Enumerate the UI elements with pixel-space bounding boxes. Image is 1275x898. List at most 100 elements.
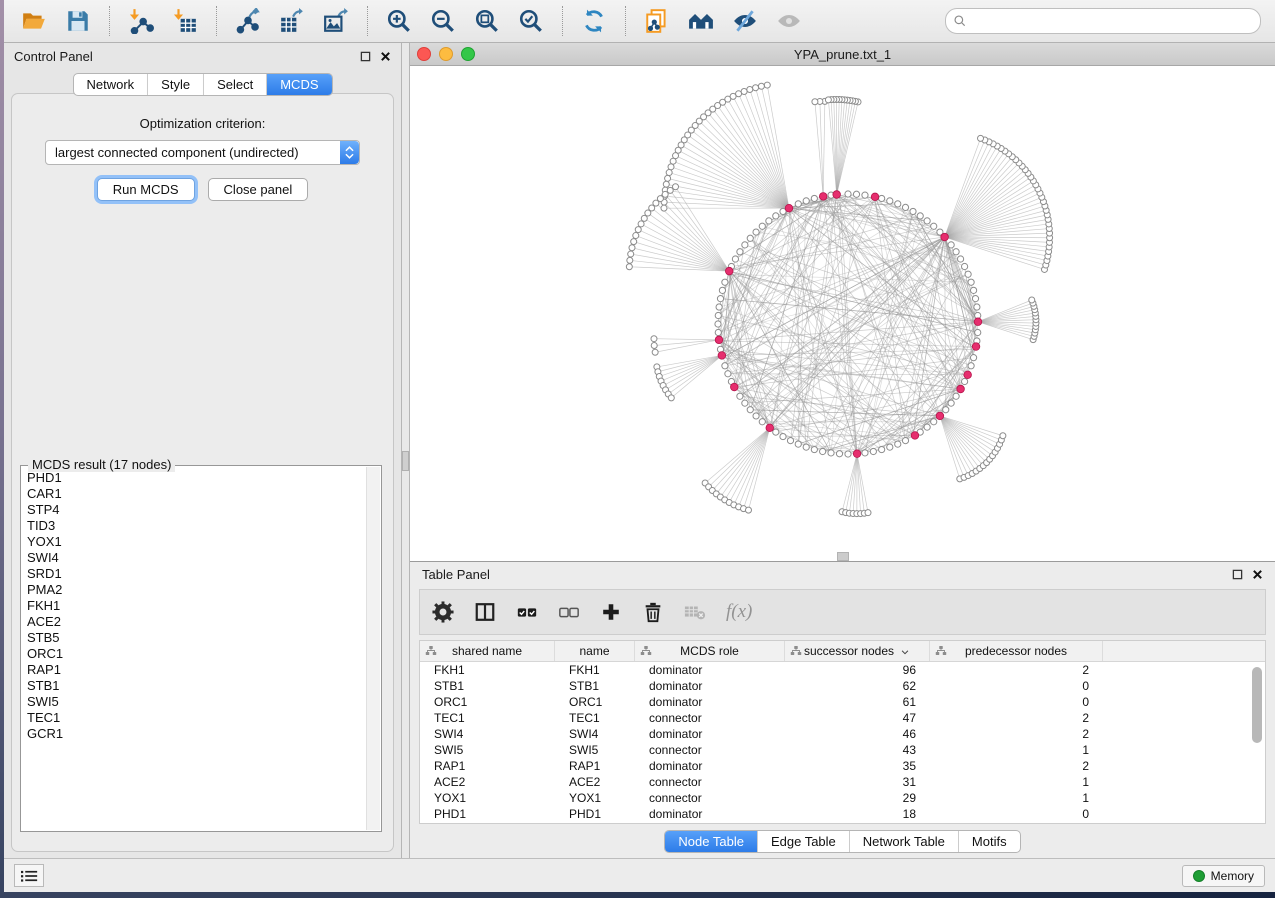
table-row[interactable]: SWI4SWI4dominator462 (420, 726, 1265, 742)
select-all-checkboxes-icon[interactable] (516, 599, 538, 625)
table-cell[interactable]: 35 (785, 759, 930, 773)
mcds-result-item[interactable]: STP4 (27, 502, 363, 518)
close-panel-icon[interactable] (380, 51, 391, 62)
table-cell[interactable]: 1 (930, 791, 1103, 805)
table-cell[interactable]: ACE2 (555, 775, 635, 789)
zoom-selected-icon[interactable] (515, 5, 547, 37)
table-cell[interactable]: dominator (635, 679, 785, 693)
table-cell[interactable]: 1 (930, 775, 1103, 789)
table-cell[interactable]: TEC1 (555, 711, 635, 725)
column-header-name[interactable]: name (555, 641, 635, 661)
mcds-result-item[interactable]: ORC1 (27, 646, 363, 662)
table-scrollbar-thumb[interactable] (1252, 667, 1262, 743)
table-cell[interactable]: dominator (635, 759, 785, 773)
table-row[interactable]: SWI5SWI5connector431 (420, 742, 1265, 758)
memory-button[interactable]: Memory (1182, 865, 1265, 887)
mcds-result-item[interactable]: SWI4 (27, 550, 363, 566)
mcds-result-item[interactable]: YOX1 (27, 534, 363, 550)
save-session-icon[interactable] (62, 5, 94, 37)
task-history-button[interactable] (14, 864, 44, 887)
table-cell[interactable]: YOX1 (555, 791, 635, 805)
table-cell[interactable]: ORC1 (555, 695, 635, 709)
deselect-all-checkboxes-icon[interactable] (558, 599, 580, 625)
column-header-MCDS-role[interactable]: MCDS role (635, 641, 785, 661)
table-cell[interactable]: connector (635, 743, 785, 757)
table-cell[interactable]: ACE2 (420, 775, 555, 789)
table-cell[interactable]: SWI4 (420, 727, 555, 741)
splitter-handle[interactable] (402, 451, 409, 471)
table-cell[interactable]: 2 (930, 711, 1103, 725)
table-cell[interactable]: connector (635, 791, 785, 805)
export-table-icon[interactable] (276, 5, 308, 37)
table-cell[interactable]: 0 (930, 695, 1103, 709)
maximize-window-button[interactable] (461, 47, 475, 61)
close-table-panel-icon[interactable] (1252, 569, 1263, 580)
minimize-window-button[interactable] (439, 47, 453, 61)
table-cell[interactable]: PHD1 (420, 807, 555, 821)
close-window-button[interactable] (417, 47, 431, 61)
import-table-icon[interactable] (169, 5, 201, 37)
table-cell[interactable]: 0 (930, 807, 1103, 821)
export-network-icon[interactable] (232, 5, 264, 37)
search-input[interactable] (971, 13, 1253, 29)
tab-network[interactable]: Network (73, 74, 147, 95)
criterion-dropdown[interactable]: largest connected component (undirected) (45, 140, 360, 165)
network-graph[interactable] (410, 66, 1275, 561)
table-cell[interactable]: SWI4 (555, 727, 635, 741)
delete-column-icon[interactable] (642, 599, 664, 625)
table-cell[interactable]: 29 (785, 791, 930, 805)
zoom-out-icon[interactable] (427, 5, 459, 37)
table-row[interactable]: PHD1PHD1dominator180 (420, 806, 1265, 822)
import-network-icon[interactable] (125, 5, 157, 37)
column-header-successor-nodes[interactable]: successor nodes (785, 641, 930, 661)
table-cell[interactable]: 61 (785, 695, 930, 709)
table-cell[interactable]: dominator (635, 807, 785, 821)
table-cell[interactable]: 1 (930, 743, 1103, 757)
search-box[interactable] (945, 8, 1261, 34)
table-row[interactable]: ACE2ACE2connector311 (420, 774, 1265, 790)
table-scrollbar[interactable] (1251, 663, 1263, 821)
table-cell[interactable]: 2 (930, 663, 1103, 677)
column-header-shared-name[interactable]: shared name (420, 641, 555, 661)
table-cell[interactable]: 2 (930, 727, 1103, 741)
refresh-view-icon[interactable] (578, 5, 610, 37)
horizontal-splitter-handle[interactable] (837, 552, 849, 561)
toggle-panes-icon[interactable] (474, 599, 496, 625)
open-file-icon[interactable] (18, 5, 50, 37)
column-header-predecessor-nodes[interactable]: predecessor nodes (930, 641, 1103, 661)
table-cell[interactable]: YOX1 (420, 791, 555, 805)
mcds-result-item[interactable]: TID3 (27, 518, 363, 534)
table-row[interactable]: STB1STB1dominator620 (420, 678, 1265, 694)
table-cell[interactable]: 46 (785, 727, 930, 741)
mcds-result-item[interactable]: GCR1 (27, 726, 363, 742)
mcds-result-item[interactable]: CAR1 (27, 486, 363, 502)
table-cell[interactable]: dominator (635, 695, 785, 709)
table-cell[interactable]: 2 (930, 759, 1103, 773)
table-cell[interactable]: 62 (785, 679, 930, 693)
tab-select[interactable]: Select (203, 74, 266, 95)
tab-node-table[interactable]: Node Table (665, 831, 757, 852)
table-cell[interactable]: FKH1 (420, 663, 555, 677)
table-cell[interactable]: SWI5 (420, 743, 555, 757)
table-cell[interactable]: connector (635, 775, 785, 789)
column-settings-gear-icon[interactable] (432, 599, 454, 625)
zoom-in-icon[interactable] (383, 5, 415, 37)
table-cell[interactable]: STB1 (420, 679, 555, 693)
mcds-result-item[interactable]: PMA2 (27, 582, 363, 598)
vertical-splitter[interactable] (401, 43, 410, 858)
mcds-result-list[interactable]: PHD1CAR1STP4TID3YOX1SWI4SRD1PMA2FKH1ACE2… (27, 470, 363, 827)
mcds-result-item[interactable]: ACE2 (27, 614, 363, 630)
tab-edge-table[interactable]: Edge Table (757, 831, 849, 852)
clone-network-icon[interactable] (641, 5, 673, 37)
table-cell[interactable]: connector (635, 711, 785, 725)
table-cell[interactable]: 18 (785, 807, 930, 821)
tab-motifs[interactable]: Motifs (958, 831, 1020, 852)
mcds-result-item[interactable]: SRD1 (27, 566, 363, 582)
mcds-result-item[interactable]: STB5 (27, 630, 363, 646)
add-column-icon[interactable] (600, 599, 622, 625)
table-cell[interactable]: ORC1 (420, 695, 555, 709)
mcds-result-item[interactable]: PHD1 (27, 470, 363, 486)
table-cell[interactable]: dominator (635, 727, 785, 741)
first-neighbors-icon[interactable] (685, 5, 717, 37)
mcds-result-item[interactable]: STB1 (27, 678, 363, 694)
